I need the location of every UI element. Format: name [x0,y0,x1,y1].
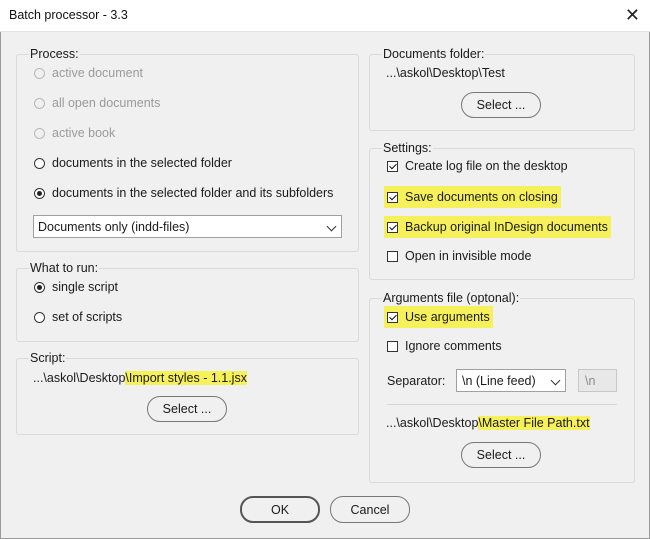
file-filter-dropdown[interactable]: Documents only (indd-files) [33,215,342,238]
radio-icon [34,67,45,79]
script-title: Script: [29,351,67,365]
process-title: Process: [29,47,80,61]
checkbox-icon [387,340,398,352]
ok-button[interactable]: OK [240,496,320,523]
setting-label: Create log file on the desktop [405,159,568,173]
setting-label: Backup original InDesign documents [405,220,608,234]
script-path-prefix: ...\askol\Desktop [33,371,126,385]
close-icon[interactable]: ✕ [625,4,640,26]
chevron-down-icon [550,375,561,386]
process-option-selected-folder[interactable]: documents in the selected folder [34,156,232,170]
option-label: single script [52,280,118,294]
setting-label: Open in invisible mode [405,249,532,263]
radio-icon [34,127,45,139]
divider [387,404,617,405]
ignore-comments-checkbox[interactable]: Ignore comments [387,339,502,353]
option-label: documents in the selected folder [52,156,232,170]
process-option-folder-subfolders[interactable]: documents in the selected folder and its… [34,186,333,200]
checkbox-icon [387,311,398,323]
radio-icon [34,281,45,293]
cancel-button[interactable]: Cancel [330,496,410,523]
option-label: documents in the selected folder and its… [52,186,334,200]
option-label: active document [52,66,144,80]
option-label: set of scripts [52,310,123,324]
setting-label: Save documents on closing [405,190,558,204]
radio-icon [34,187,45,199]
arguments-file-path: ...\askol\Desktop\Master File Path.txt [386,416,590,430]
arguments-title: Arguments file (optonal): [382,291,521,305]
separator-value: \n (Line feed) [462,373,536,388]
separator-dropdown[interactable]: \n (Line feed) [456,369,566,392]
option-label: active book [52,126,116,140]
radio-icon [34,97,45,109]
script-path: ...\askol\Desktop\Import styles - 1.1.js… [33,371,247,385]
arguments-select-button[interactable]: Select ... [461,442,541,468]
radio-icon [34,157,45,169]
script-select-button[interactable]: Select ... [147,396,227,422]
process-option-active-document[interactable]: active document [34,66,143,80]
setting-create-log[interactable]: Create log file on the desktop [387,159,568,173]
checkbox-icon [387,191,398,203]
separator-field[interactable]: \n [578,369,617,392]
run-option-set-of-scripts[interactable]: set of scripts [34,310,122,324]
radio-icon [34,311,45,323]
chevron-down-icon [326,221,337,232]
script-path-file: \Import styles - 1.1.jsx [125,371,247,385]
option-label: all open documents [52,96,161,110]
process-option-active-book[interactable]: active book [34,126,115,140]
setting-invisible-mode[interactable]: Open in invisible mode [387,249,531,263]
checkbox-icon [387,221,398,233]
separator-label: Separator: [387,374,446,388]
documents-folder-select-button[interactable]: Select ... [461,92,541,118]
documents-folder-path: ...\askol\Desktop\Test [386,66,505,80]
file-filter-value: Documents only (indd-files) [38,219,190,234]
settings-title: Settings: [382,141,433,155]
documents-folder-title: Documents folder: [382,47,486,61]
use-arguments-checkbox[interactable]: Use arguments [384,306,493,328]
checkbox-icon [387,160,398,172]
setting-save-on-closing[interactable]: Save documents on closing [384,186,561,208]
title-bar: Batch processor - 3.3 ✕ [0,0,650,32]
process-option-all-open-documents[interactable]: all open documents [34,96,160,110]
arguments-path-file: \Master File Path.txt [478,416,590,430]
run-option-single-script[interactable]: single script [34,280,118,294]
setting-backup-originals[interactable]: Backup original InDesign documents [384,216,611,238]
checkbox-icon [387,250,398,262]
ignore-comments-label: Ignore comments [405,339,502,353]
use-arguments-label: Use arguments [405,310,490,324]
window-title: Batch processor - 3.3 [9,8,128,22]
what-to-run-title: What to run: [29,261,100,275]
arguments-path-prefix: ...\askol\Desktop [386,416,479,430]
